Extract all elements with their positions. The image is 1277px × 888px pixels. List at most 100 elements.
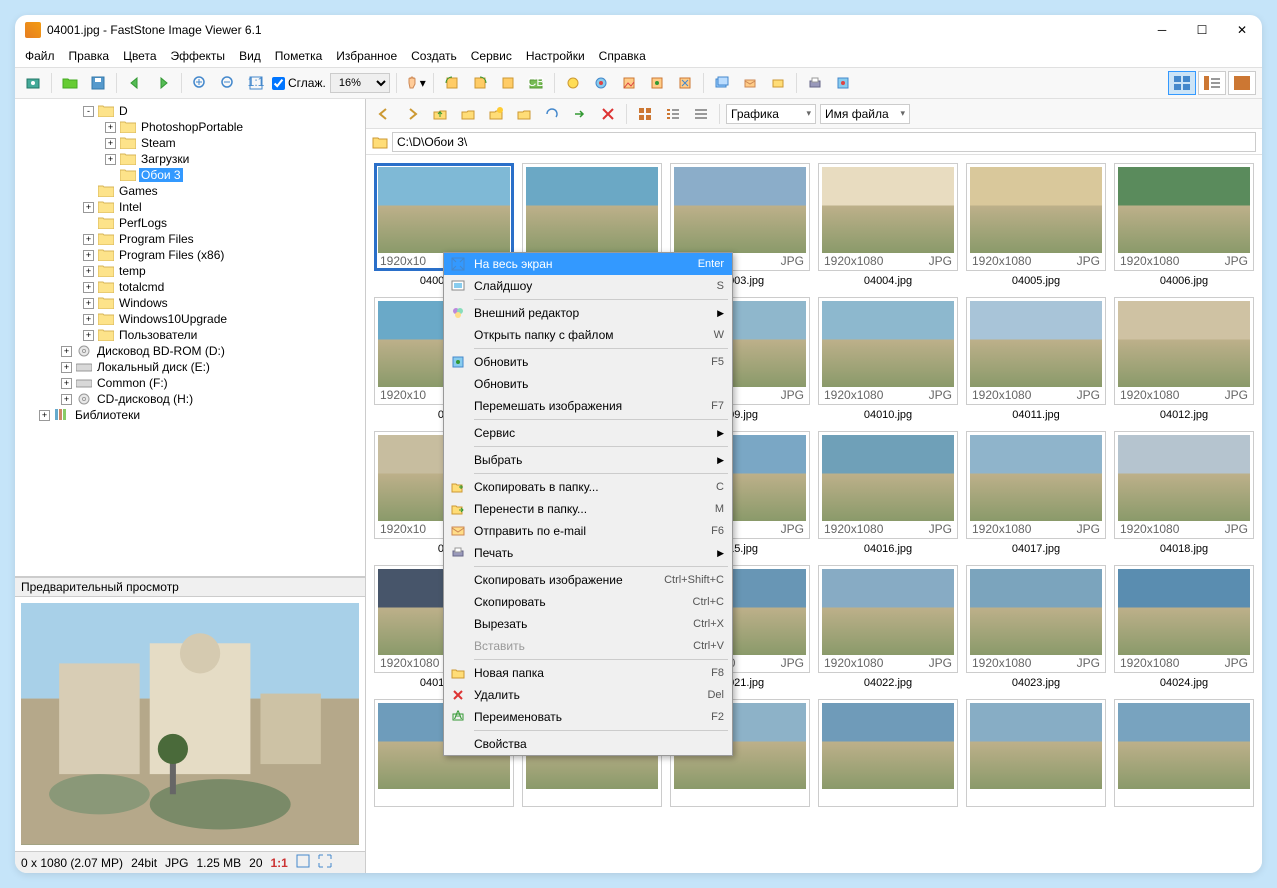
menu-Цвета[interactable]: Цвета [117, 47, 162, 65]
tree-item[interactable]: Games [19, 183, 361, 199]
tree-item[interactable]: +Program Files [19, 231, 361, 247]
thumbnail[interactable]: 1920x1080JPG04011.jpg [966, 297, 1106, 421]
tree-expander[interactable]: + [83, 202, 94, 213]
view-detail-button[interactable] [661, 102, 685, 126]
tree-expander[interactable]: + [83, 298, 94, 309]
save-button[interactable] [86, 71, 110, 95]
tree-item[interactable]: +temp [19, 263, 361, 279]
view-small-button[interactable] [689, 102, 713, 126]
menu-Справка[interactable]: Справка [593, 47, 652, 65]
tree-expander[interactable]: + [61, 362, 72, 373]
settings-button[interactable] [831, 71, 855, 95]
path-field[interactable]: C:\D\Обои 3\ [392, 132, 1256, 152]
resize-button[interactable]: СВ [524, 71, 548, 95]
thumbnail[interactable]: 1920x1080JPG04010.jpg [818, 297, 958, 421]
forward-button[interactable] [151, 71, 175, 95]
ctx-Сервис[interactable]: Сервис▶ [444, 422, 732, 444]
sort-select[interactable]: Имя файла [820, 104, 910, 124]
tree-item[interactable]: -D [19, 103, 361, 119]
smooth-checkbox[interactable]: Сглаж. [272, 76, 326, 90]
print-button[interactable] [803, 71, 827, 95]
tree-item[interactable]: +Пользователи [19, 327, 361, 343]
menu-Эффекты[interactable]: Эффекты [165, 47, 232, 65]
zoom-out-button[interactable] [216, 71, 240, 95]
view-list-button[interactable] [1198, 71, 1226, 95]
maximize-button[interactable]: ☐ [1192, 20, 1212, 40]
tree-expander[interactable]: + [105, 154, 116, 165]
thumbnail[interactable]: 1920x1080JPG04018.jpg [1114, 431, 1254, 555]
thumbnail[interactable]: 1920x1080JPG04022.jpg [818, 565, 958, 689]
thumbnail[interactable]: 1920x1080JPG04012.jpg [1114, 297, 1254, 421]
fav-add-button[interactable] [484, 102, 508, 126]
ctx-Свойства[interactable]: Свойства [444, 733, 732, 755]
tree-expander[interactable]: + [83, 234, 94, 245]
thumbnail[interactable] [1114, 699, 1254, 811]
tree-item[interactable]: +Загрузки [19, 151, 361, 167]
rotate-right-button[interactable] [468, 71, 492, 95]
effect3-button[interactable] [645, 71, 669, 95]
ctx-Скопировать изображение[interactable]: Скопировать изображениеCtrl+Shift+C [444, 569, 732, 591]
tree-item[interactable]: +Локальный диск (E:) [19, 359, 361, 375]
tree-expander[interactable]: + [39, 410, 50, 421]
effect1-button[interactable] [589, 71, 613, 95]
batch2-button[interactable] [738, 71, 762, 95]
thumbnail[interactable]: 1920x1080JPG04016.jpg [818, 431, 958, 555]
tree-expander[interactable]: + [61, 378, 72, 389]
ctx-Удалить[interactable]: УдалитьDel [444, 684, 732, 706]
tree-item[interactable]: +PhotoshopPortable [19, 119, 361, 135]
menu-Избранное[interactable]: Избранное [330, 47, 403, 65]
tree-expander[interactable]: + [83, 314, 94, 325]
view-grid-button[interactable] [633, 102, 657, 126]
nav-up-button[interactable] [428, 102, 452, 126]
ctx-Обновить[interactable]: Обновить [444, 373, 732, 395]
tree-expander[interactable]: + [105, 122, 116, 133]
thumbnail[interactable]: 1920x1080JPG04005.jpg [966, 163, 1106, 287]
nav-back-button[interactable] [372, 102, 396, 126]
close-button[interactable]: ✕ [1232, 20, 1252, 40]
fullscreen-icon[interactable] [318, 854, 332, 871]
ctx-Перенести в папку...[interactable]: Перенести в папку...M [444, 498, 732, 520]
ctx-Вырезать[interactable]: ВырезатьCtrl+X [444, 613, 732, 635]
effect2-button[interactable] [617, 71, 641, 95]
tree-expander[interactable]: + [83, 266, 94, 277]
tree-item[interactable]: Обои 3 [19, 167, 361, 183]
crop-button[interactable] [496, 71, 520, 95]
thumbnail[interactable] [818, 699, 958, 811]
tree-item[interactable]: +Steam [19, 135, 361, 151]
zoom-in-button[interactable] [188, 71, 212, 95]
goto-button[interactable] [568, 102, 592, 126]
tree-item[interactable]: +Windows [19, 295, 361, 311]
menu-Вид[interactable]: Вид [233, 47, 267, 65]
delete-button[interactable] [596, 102, 620, 126]
acquire-button[interactable] [21, 71, 45, 95]
hand-tool-button[interactable]: ▾ [403, 71, 427, 95]
thumbnail[interactable]: 1920x1080JPG04017.jpg [966, 431, 1106, 555]
preview-image[interactable] [15, 597, 365, 851]
tree-item[interactable]: +Дисковод BD-ROM (D:) [19, 343, 361, 359]
thumbnail[interactable]: 1920x1080JPG04004.jpg [818, 163, 958, 287]
ctx-Открыть папку с файлом[interactable]: Открыть папку с файломW [444, 324, 732, 346]
status-icon1[interactable] [296, 854, 310, 871]
nav-forward-button[interactable] [400, 102, 424, 126]
minimize-button[interactable]: ─ [1152, 20, 1172, 40]
ctx-Внешний редактор[interactable]: Внешний редактор▶ [444, 302, 732, 324]
menu-Создать[interactable]: Создать [405, 47, 463, 65]
menu-Настройки[interactable]: Настройки [520, 47, 591, 65]
menu-Файл[interactable]: Файл [19, 47, 61, 65]
ctx-Слайдшоу[interactable]: СлайдшоуS [444, 275, 732, 297]
tree-item[interactable]: +totalcmd [19, 279, 361, 295]
ctx-Скопировать[interactable]: СкопироватьCtrl+C [444, 591, 732, 613]
adjust-button[interactable] [561, 71, 585, 95]
thumbnail[interactable]: 1920x1080JPG04024.jpg [1114, 565, 1254, 689]
zoom-select[interactable]: 16% [330, 73, 390, 93]
tree-item[interactable]: +CD-дисковод (H:) [19, 391, 361, 407]
zoom-fit-button[interactable]: 1:1 [244, 71, 268, 95]
thumbnail[interactable]: 1920x1080JPG04023.jpg [966, 565, 1106, 689]
thumbnail[interactable] [966, 699, 1106, 811]
batch1-button[interactable] [710, 71, 734, 95]
ctx-Отправить по e-mail[interactable]: Отправить по e-mailF6 [444, 520, 732, 542]
ctx-Новая папка[interactable]: Новая папкаF8 [444, 662, 732, 684]
tree-item[interactable]: PerfLogs [19, 215, 361, 231]
ctx-На весь экран[interactable]: На весь экранEnter [444, 253, 732, 275]
menu-Сервис[interactable]: Сервис [465, 47, 518, 65]
